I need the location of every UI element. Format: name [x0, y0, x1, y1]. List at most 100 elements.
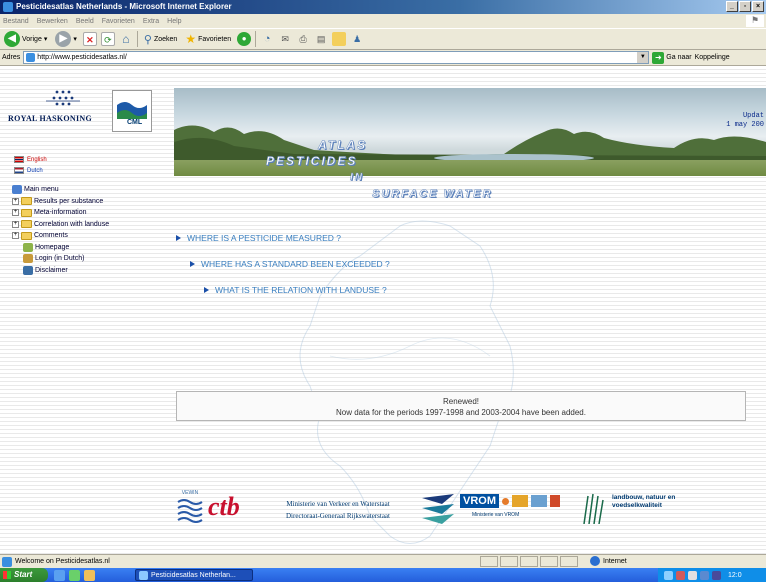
- back-button[interactable]: ◀ Vorige ▾: [2, 30, 49, 48]
- vw-line2: Directoraat-Generaal Rijkswaterstaat: [286, 512, 390, 520]
- update-date: 1 may 200: [726, 121, 764, 129]
- media-button[interactable]: ●: [237, 32, 252, 46]
- edit-button[interactable]: ▤: [314, 32, 328, 46]
- folder-icon: [21, 197, 32, 206]
- tree-item-results-per-substance[interactable]: + Results per substance: [12, 196, 109, 208]
- search-label: Zoeken: [153, 35, 178, 43]
- star-icon: ★: [185, 32, 197, 46]
- folder-button[interactable]: [332, 32, 347, 46]
- home-button[interactable]: ⌂: [119, 32, 133, 46]
- go-button[interactable]: ➜ Ga naar: [652, 51, 692, 64]
- maximize-button[interactable]: ▫: [739, 1, 751, 12]
- windows-flag-icon: [3, 571, 11, 579]
- forward-button[interactable]: ▶ ▾: [53, 30, 79, 48]
- print-button[interactable]: ⎙: [296, 32, 310, 46]
- minimize-button[interactable]: _: [726, 1, 738, 12]
- address-input[interactable]: http://www.pesticidesatlas.nl/ ▼: [23, 51, 650, 64]
- tree-item-label: Login (in Dutch): [35, 255, 85, 263]
- link-relation-landuse-label: WHAT IS THE RELATION WITH LANDUSE ?: [215, 285, 387, 295]
- back-label: Vorige: [22, 35, 42, 43]
- taskbar: Start Pesticidesatlas Netherlan... 12:0: [0, 568, 766, 582]
- link-where-measured[interactable]: WHERE IS A PESTICIDE MEASURED ?: [176, 233, 341, 243]
- language-dutch[interactable]: Dutch: [14, 167, 43, 174]
- vewin-logo[interactable]: VEWIN: [176, 490, 204, 526]
- cml-wave-icon: [117, 95, 147, 119]
- tray-antivirus-icon[interactable]: [676, 570, 685, 580]
- back-arrow-icon: ◀: [4, 31, 20, 47]
- window-titlebar[interactable]: Pesticidesatlas Netherlands - Microsoft …: [0, 0, 766, 14]
- refresh-button[interactable]: ⟳: [100, 32, 115, 46]
- expand-icon[interactable]: +: [12, 220, 19, 228]
- tray-volume-icon[interactable]: [688, 570, 697, 580]
- menu-tools[interactable]: Extra: [143, 18, 159, 25]
- royal-haskoning-dots-icon: [46, 90, 80, 106]
- link-relation-landuse[interactable]: WHAT IS THE RELATION WITH LANDUSE ?: [204, 285, 387, 295]
- title-atlas: ATLAS: [318, 138, 368, 153]
- windows-logo-icon: ⚑: [746, 15, 764, 27]
- update-notice: Updat 1 may 200: [726, 112, 764, 130]
- expand-icon[interactable]: +: [12, 232, 19, 240]
- history-button[interactable]: ◔: [260, 32, 274, 46]
- rijkswaterstaat-icon: [422, 494, 454, 524]
- tree-item-login[interactable]: Login (in Dutch): [12, 253, 109, 265]
- tray-messenger-icon[interactable]: [700, 570, 709, 580]
- quick-launch-ie-icon[interactable]: [54, 569, 65, 581]
- nl-flag-icon: [14, 167, 24, 174]
- renewed-notice: Renewed! Now data for the periods 1997-1…: [176, 391, 746, 421]
- main-menu-tree: Main menu + Results per substance + Meta…: [12, 184, 109, 276]
- language-english[interactable]: English: [14, 156, 47, 163]
- forward-dropdown-icon: ▾: [73, 36, 77, 43]
- tree-item-meta-information[interactable]: + Meta-information: [12, 207, 109, 219]
- main-menu-label: Main menu: [24, 186, 59, 194]
- ctb-logo[interactable]: ctb: [208, 492, 240, 522]
- lnv-logo[interactable]: landbouw, natuur en voedselkwaliteit: [612, 494, 692, 510]
- quick-launch-folder-icon[interactable]: [84, 569, 95, 581]
- tray-app-icon[interactable]: [712, 570, 721, 580]
- favorites-button[interactable]: ★ Favorieten: [183, 30, 233, 48]
- menu-view[interactable]: Beeld: [76, 18, 94, 25]
- main-menu-icon: [12, 185, 22, 195]
- search-button[interactable]: ⚲ Zoeken: [142, 30, 179, 48]
- messenger-button[interactable]: ♟: [350, 32, 364, 46]
- tree-item-comments[interactable]: + Comments: [12, 230, 109, 242]
- close-button[interactable]: ×: [752, 1, 764, 12]
- expand-icon[interactable]: +: [12, 209, 19, 217]
- stop-button[interactable]: ✕: [82, 32, 97, 46]
- link-where-exceeded[interactable]: WHERE HAS A STANDARD BEEN EXCEEDED ?: [190, 259, 390, 269]
- tray-network-icon[interactable]: [664, 570, 673, 580]
- address-url: http://www.pesticidesatlas.nl/: [37, 54, 127, 61]
- tree-item-homepage[interactable]: Homepage: [12, 242, 109, 254]
- menu-edit[interactable]: Bewerken: [37, 18, 68, 25]
- tree-item-label: Results per substance: [34, 197, 104, 205]
- menu-favorites[interactable]: Favorieten: [102, 18, 135, 25]
- menu-help[interactable]: Help: [167, 18, 181, 25]
- page-icon: [26, 53, 36, 62]
- disclaimer-info-icon: [23, 265, 33, 275]
- clock: 12:0: [728, 571, 742, 579]
- verkeer-waterstaat-logo[interactable]: Ministerie van Verkeer en Waterstaat Dir…: [268, 498, 408, 522]
- globe-icon: [590, 556, 600, 566]
- quick-launch-desktop-icon[interactable]: [69, 569, 80, 581]
- tree-item-correlation-with-landuse[interactable]: + Correlation with landuse: [12, 219, 109, 231]
- main-menu-header[interactable]: Main menu: [12, 184, 109, 196]
- status-panes: [480, 556, 578, 567]
- browser-toolbar: ◀ Vorige ▾ ▶ ▾ ✕ ⟳ ⌂ ⚲ Zoeken ★ Favoriet…: [0, 28, 766, 50]
- tree-item-disclaimer[interactable]: Disclaimer: [12, 265, 109, 277]
- language-english-label: English: [27, 156, 47, 163]
- folder-icon: [21, 231, 32, 240]
- status-bar: Welcome on Pesticidesatlas.nl Internet: [0, 554, 766, 568]
- folder-icon: [21, 220, 32, 229]
- menu-file[interactable]: Bestand: [3, 18, 29, 25]
- arrow-right-icon: [176, 235, 181, 241]
- links-button[interactable]: Koppelinge: [695, 54, 730, 61]
- start-button[interactable]: Start: [0, 568, 48, 582]
- title-surface-water: SURFACE WATER: [372, 188, 493, 201]
- taskbar-window-button[interactable]: Pesticidesatlas Netherlan...: [135, 569, 253, 581]
- security-zone: Internet: [590, 556, 627, 566]
- title-in: IN: [350, 172, 364, 184]
- address-dropdown-icon[interactable]: ▼: [637, 52, 649, 63]
- expand-icon[interactable]: +: [12, 197, 19, 205]
- mail-button[interactable]: ✉: [278, 32, 292, 46]
- vrom-logo[interactable]: VROM Ministerie van VROM: [460, 494, 570, 518]
- quick-launch: [54, 569, 95, 581]
